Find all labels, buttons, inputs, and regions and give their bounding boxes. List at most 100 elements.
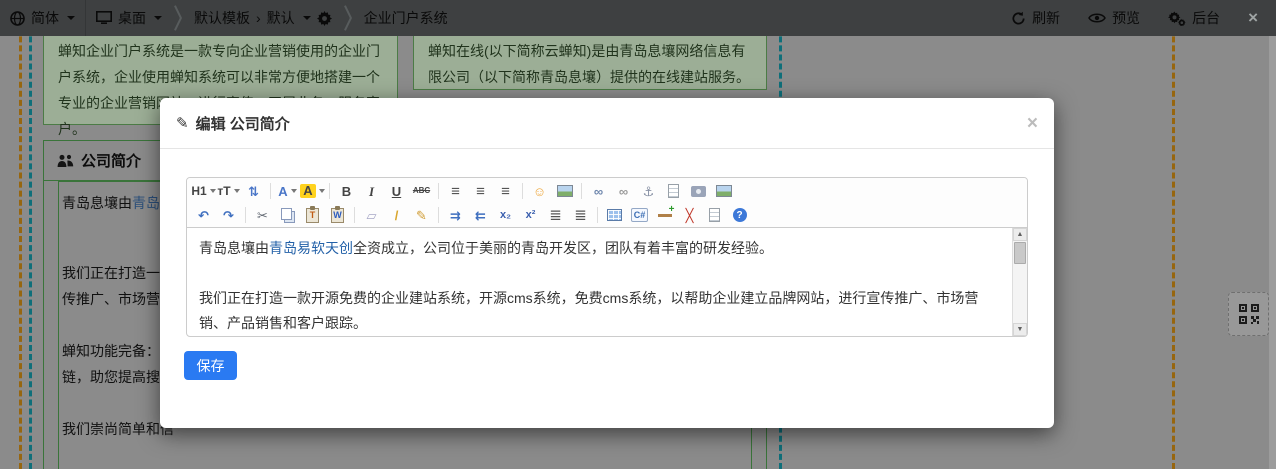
users-icon <box>57 154 74 167</box>
toolbar-group-separator <box>597 207 598 223</box>
glyph: C# <box>630 208 649 222</box>
breadcrumb-chevron <box>172 0 184 36</box>
glyph: H1 <box>191 184 207 198</box>
undo-icon[interactable]: ↶ <box>191 205 216 226</box>
quick-format-icon[interactable]: / <box>384 205 409 226</box>
eye-icon <box>1088 13 1106 23</box>
editor-toolbar-row2: ↶ ↷ ✂ TW ▱ / ✎ ⇉ ⇇ x₂ x² ≣ ≣ C# ╳? <box>191 203 1023 227</box>
editor-scrollbar[interactable]: ▲ ▼ <box>1012 228 1027 336</box>
glyph: ? <box>732 208 747 222</box>
insert-media-icon[interactable] <box>686 181 711 202</box>
glyph <box>556 185 573 197</box>
glyph: x₂ <box>499 208 511 221</box>
unlink-icon[interactable]: ∞ <box>611 181 636 202</box>
rich-text-editor: H1 тT ⇅ AA BIU ABC ≡ ≡ ≡ ☺ ∞ ∞ ⚓ ↶ ↷ ✂ TW ▱ / ✎ ⇉ ⇇ x₂ x² ≣ ≣ C# ╳… <box>186 177 1028 337</box>
site-title-label: 企业门户系统 <box>363 10 448 26</box>
glyph: / <box>394 207 399 223</box>
glyph <box>657 204 674 217</box>
editor-text[interactable]: 青岛息壤由青岛易软天创全资成立，公司位于美丽的青岛开发区，团队有着丰富的研发经验… <box>187 228 1012 336</box>
glyph <box>668 184 679 198</box>
glyph: I <box>368 183 375 199</box>
gear-icon[interactable] <box>316 10 332 26</box>
scrollbar-thumb[interactable] <box>1014 242 1026 264</box>
unordered-list-icon[interactable]: ≣ <box>568 205 593 226</box>
image-manager-icon[interactable] <box>711 181 736 202</box>
guide-line-orange-left <box>19 0 22 469</box>
template-icon[interactable]: ✎ <box>409 205 434 226</box>
glyph <box>607 209 622 221</box>
outdent-icon[interactable]: ⇇ <box>468 205 493 226</box>
scrollbar-track[interactable] <box>1013 265 1027 323</box>
help-icon[interactable]: ? <box>727 205 752 226</box>
font-size-icon[interactable]: тT <box>216 181 241 202</box>
emoticon-icon[interactable]: ☺ <box>527 181 552 202</box>
close-icon[interactable]: × <box>1238 8 1268 28</box>
heading-format-icon[interactable]: H1 <box>191 181 216 202</box>
admin-button[interactable]: 后台 <box>1158 0 1230 36</box>
scroll-up-icon[interactable]: ▲ <box>1013 228 1027 241</box>
panel-title: 公司简介 <box>81 153 142 170</box>
qrcode-button[interactable] <box>1228 292 1269 336</box>
anchor-icon[interactable]: ⚓ <box>636 181 661 202</box>
paste-word-icon[interactable]: W <box>325 205 350 226</box>
guide-line-teal-left <box>29 0 32 469</box>
align-right-icon[interactable]: ≡ <box>493 181 518 202</box>
redo-icon[interactable]: ↷ <box>216 205 241 226</box>
pencil-icon: ✎ <box>176 115 189 132</box>
template-menu[interactable]: 默认模板 › 默认 <box>184 0 342 36</box>
glyph: ABC <box>412 186 431 195</box>
refresh-icon <box>1012 11 1025 24</box>
align-center-icon[interactable]: ≡ <box>468 181 493 202</box>
insert-flash-icon[interactable] <box>661 181 686 202</box>
save-button[interactable]: 保存 <box>184 351 237 380</box>
theme-label: 默认 <box>266 10 295 26</box>
glyph: тT <box>217 184 231 198</box>
glyph: ≣ <box>574 206 587 224</box>
bold-icon[interactable]: B <box>334 181 359 202</box>
editor-content-area[interactable]: 青岛息壤由青岛易软天创全资成立，公司位于美丽的青岛开发区，团队有着丰富的研发经验… <box>187 228 1027 336</box>
insert-code-icon[interactable]: C# <box>627 205 652 226</box>
toolbar-group-separator <box>270 183 271 199</box>
fullscreen-icon[interactable]: ╳ <box>677 205 702 226</box>
strikethrough-icon[interactable]: ABC <box>409 181 434 202</box>
language-menu[interactable]: 简体 <box>0 0 85 36</box>
paste-text-icon[interactable]: T <box>300 205 325 226</box>
insert-image-icon[interactable] <box>552 181 577 202</box>
scroll-down-icon[interactable]: ▼ <box>1013 323 1027 336</box>
toolbar-group-separator <box>354 207 355 223</box>
underline-icon[interactable]: U <box>384 181 409 202</box>
align-left-icon[interactable]: ≡ <box>443 181 468 202</box>
line-height-icon[interactable]: ⇅ <box>241 181 266 202</box>
superscript-icon[interactable]: x² <box>518 205 543 226</box>
qrcode-icon <box>1238 304 1259 324</box>
modal-close-icon[interactable]: × <box>1027 114 1038 133</box>
glyph: ∞ <box>593 183 604 199</box>
glyph <box>691 185 706 197</box>
glyph: ↶ <box>198 207 209 223</box>
desktop-menu[interactable]: 桌面 <box>86 0 172 36</box>
table-icon[interactable] <box>602 205 627 226</box>
link-icon[interactable]: ∞ <box>586 181 611 202</box>
monitor-icon <box>96 11 112 24</box>
insert-hr-icon[interactable] <box>652 204 677 226</box>
indent-icon[interactable]: ⇉ <box>443 205 468 226</box>
glyph: ↷ <box>223 207 234 223</box>
glyph: ∞ <box>618 183 629 199</box>
chevron-down-icon <box>209 189 216 193</box>
copy-icon[interactable] <box>275 205 300 226</box>
highlight-color-icon[interactable]: A <box>300 181 325 202</box>
refresh-button[interactable]: 刷新 <box>1001 0 1070 36</box>
subscript-icon[interactable]: x₂ <box>493 205 518 226</box>
toolbar-group-separator <box>245 207 246 223</box>
preview-button[interactable]: 预览 <box>1078 0 1150 36</box>
editor-link[interactable]: 青岛易软天创 <box>269 240 353 256</box>
ordered-list-icon[interactable]: ≣ <box>543 205 568 226</box>
page-edge-strip <box>1269 36 1276 469</box>
remove-format-icon[interactable]: ▱ <box>359 205 384 226</box>
clipboard-icon[interactable] <box>702 205 727 226</box>
glyph: T <box>306 205 319 223</box>
italic-icon[interactable]: I <box>359 181 384 202</box>
font-color-icon[interactable]: A <box>275 181 300 202</box>
cut-icon[interactable]: ✂ <box>250 205 275 226</box>
modal-title: ✎ 编辑 公司简介 <box>176 113 290 134</box>
